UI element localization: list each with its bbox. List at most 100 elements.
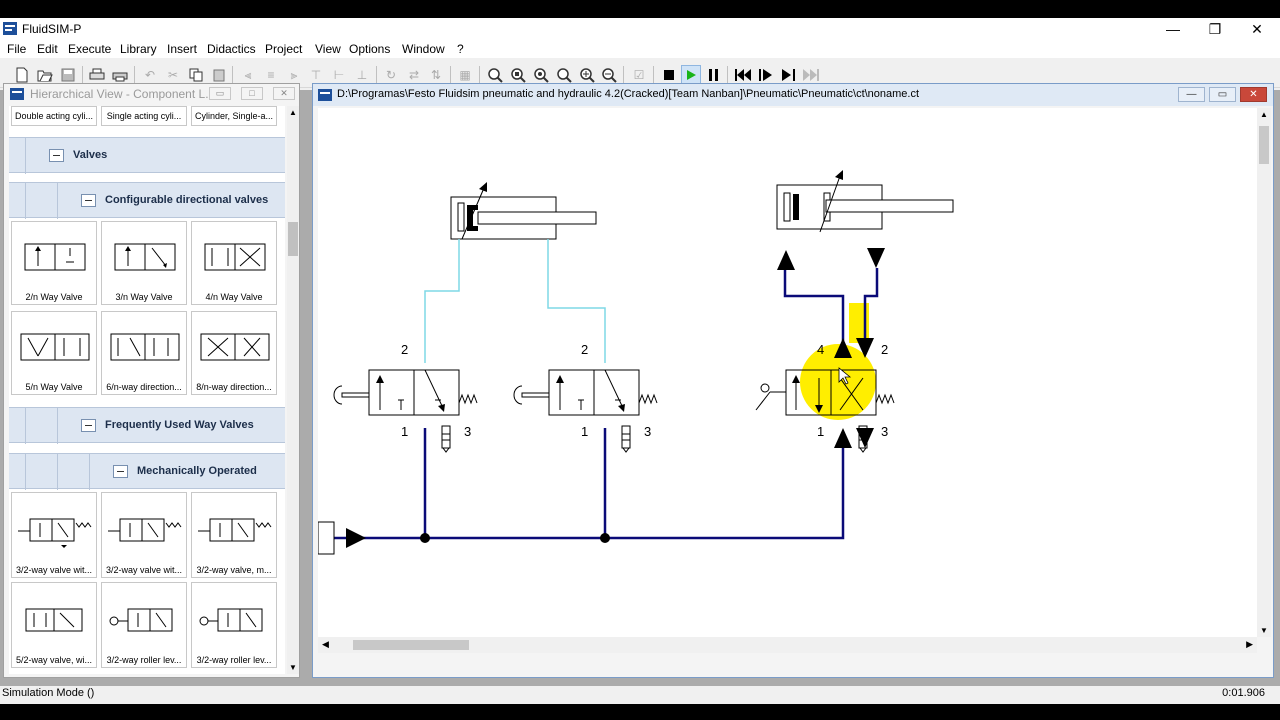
- zoom-1-icon[interactable]: [485, 65, 505, 85]
- library-item-6n-way-valve[interactable]: 6/n-way direction...: [101, 311, 187, 395]
- doc-maximize-button[interactable]: ▭: [1209, 87, 1236, 102]
- flip-h-icon[interactable]: ⇄: [404, 65, 424, 85]
- library-item[interactable]: Double acting cyli...: [11, 106, 97, 126]
- cylinder-1[interactable]: [450, 182, 597, 240]
- port-label: 2: [581, 342, 588, 357]
- menu-options[interactable]: Options: [349, 42, 390, 56]
- library-item-3n-way-valve[interactable]: 3/n Way Valve: [101, 221, 187, 305]
- scrollbar-thumb[interactable]: [288, 222, 298, 256]
- scroll-left-icon[interactable]: ◀: [322, 639, 329, 650]
- close-button[interactable]: ✕: [1236, 18, 1278, 40]
- group-valves[interactable]: Valves: [9, 137, 285, 174]
- stop-icon[interactable]: [659, 65, 679, 85]
- align-left-icon[interactable]: ⫷: [238, 65, 258, 85]
- print-preview-icon[interactable]: [87, 65, 107, 85]
- library-item-mech-valve[interactable]: 3/2-way valve wit...: [101, 492, 187, 578]
- group-mechanically-operated[interactable]: Mechanically Operated: [9, 453, 285, 490]
- align-right-icon[interactable]: ⫸: [284, 65, 304, 85]
- valve-symbol-icon: [108, 518, 182, 542]
- pneumatic-circuit: 2 1 3 2 1 3 4 2 1 3: [318, 170, 954, 555]
- library-item-5n-way-valve[interactable]: 5/n Way Valve: [11, 311, 97, 395]
- zoom-fit-icon[interactable]: [531, 65, 551, 85]
- panel-maximize-button[interactable]: □: [241, 87, 263, 100]
- align-bottom-icon[interactable]: ⊥: [352, 65, 372, 85]
- menu-file[interactable]: File: [7, 42, 26, 56]
- check-icon[interactable]: ☑: [629, 65, 649, 85]
- menu-execute[interactable]: Execute: [68, 42, 111, 56]
- menu-didactics[interactable]: Didactics: [207, 42, 256, 56]
- menu-window[interactable]: Window: [402, 42, 445, 56]
- cut-icon[interactable]: ✂: [163, 65, 183, 85]
- rotate-icon[interactable]: ↻: [381, 65, 401, 85]
- rewind-icon[interactable]: [733, 65, 753, 85]
- fast-forward-icon[interactable]: [801, 65, 821, 85]
- group-frequently-used-way-valves[interactable]: Frequently Used Way Valves: [9, 407, 285, 444]
- library-item-label: 4/n Way Valve: [205, 292, 263, 302]
- print-icon[interactable]: [110, 65, 130, 85]
- flow-arrow-icon: [777, 250, 795, 270]
- canvas-vertical-scrollbar[interactable]: ▲ ▼: [1257, 108, 1271, 637]
- menu-help[interactable]: ?: [457, 42, 464, 56]
- scrollbar-thumb[interactable]: [353, 640, 469, 650]
- library-item-mech-valve[interactable]: 3/2-way roller lev...: [191, 582, 277, 668]
- menu-insert[interactable]: Insert: [167, 42, 197, 56]
- pause-icon[interactable]: [704, 65, 724, 85]
- new-icon[interactable]: [12, 65, 32, 85]
- scrollbar-thumb[interactable]: [1259, 126, 1269, 164]
- restore-button[interactable]: ❐: [1194, 18, 1236, 40]
- doc-minimize-button[interactable]: —: [1178, 87, 1205, 102]
- zoom-prev-icon[interactable]: [554, 65, 574, 85]
- collapse-icon[interactable]: [49, 149, 64, 162]
- align-middle-icon[interactable]: ⊢: [329, 65, 349, 85]
- library-scrollbar[interactable]: ▲ ▼: [287, 106, 299, 674]
- minimize-button[interactable]: —: [1152, 18, 1194, 40]
- menu-library[interactable]: Library: [120, 42, 157, 56]
- valve-symbol-icon: [198, 518, 272, 542]
- circuit-canvas[interactable]: 2 1 3 2 1 3 4 2 1 3: [318, 108, 1257, 637]
- step-icon[interactable]: [756, 65, 776, 85]
- zoom-window-icon[interactable]: [508, 65, 528, 85]
- library-item[interactable]: Cylinder, Single-a...: [191, 106, 277, 126]
- library-item-2n-way-valve[interactable]: 2/n Way Valve: [11, 221, 97, 305]
- valve-2[interactable]: [513, 369, 658, 453]
- menu-project[interactable]: Project: [265, 42, 302, 56]
- panel-close-button[interactable]: ✕: [273, 87, 295, 100]
- zoom-in-icon[interactable]: [577, 65, 597, 85]
- library-item-4n-way-valve[interactable]: 4/n Way Valve: [191, 221, 277, 305]
- menu-edit[interactable]: Edit: [37, 42, 58, 56]
- flip-v-icon[interactable]: ⇅: [426, 65, 446, 85]
- canvas-horizontal-scrollbar[interactable]: ◀ ▶: [318, 637, 1257, 653]
- align-top-icon[interactable]: ⊤: [306, 65, 326, 85]
- paste-icon[interactable]: [209, 65, 229, 85]
- scroll-right-icon[interactable]: ▶: [1246, 639, 1253, 650]
- save-icon[interactable]: [58, 65, 78, 85]
- undo-icon[interactable]: ↶: [140, 65, 160, 85]
- play-icon[interactable]: [681, 65, 701, 85]
- valve-1[interactable]: [333, 369, 478, 453]
- collapse-icon[interactable]: [81, 194, 96, 207]
- align-center-icon[interactable]: ≡: [261, 65, 281, 85]
- library-item[interactable]: Single acting cyli...: [101, 106, 187, 126]
- collapse-icon[interactable]: [113, 465, 128, 478]
- group-label: Valves: [73, 149, 108, 161]
- zoom-out-icon[interactable]: [599, 65, 619, 85]
- library-item-mech-valve[interactable]: 3/2-way valve, m...: [191, 492, 277, 578]
- cylinder-2[interactable]: [776, 170, 954, 233]
- scroll-down-icon[interactable]: ▼: [289, 663, 297, 672]
- step-end-icon[interactable]: [779, 65, 799, 85]
- group-configurable-directional-valves[interactable]: Configurable directional valves: [9, 182, 285, 219]
- scroll-down-icon[interactable]: ▼: [1260, 626, 1268, 635]
- library-item-8n-way-valve[interactable]: 8/n-way direction...: [191, 311, 277, 395]
- library-item-mech-valve[interactable]: 3/2-way roller lev...: [101, 582, 187, 668]
- menu-view[interactable]: View: [315, 42, 341, 56]
- library-item-mech-valve[interactable]: 3/2-way valve wit...: [11, 492, 97, 578]
- scroll-up-icon[interactable]: ▲: [1260, 110, 1268, 119]
- open-icon[interactable]: [35, 65, 55, 85]
- panel-minimize-button[interactable]: ▭: [209, 87, 231, 100]
- doc-close-button[interactable]: ✕: [1240, 87, 1267, 102]
- library-item-mech-valve[interactable]: 5/2-way valve, wi...: [11, 582, 97, 668]
- copy-icon[interactable]: [186, 65, 206, 85]
- scroll-up-icon[interactable]: ▲: [289, 108, 297, 117]
- grid-icon[interactable]: ▦: [455, 65, 475, 85]
- collapse-icon[interactable]: [81, 419, 96, 432]
